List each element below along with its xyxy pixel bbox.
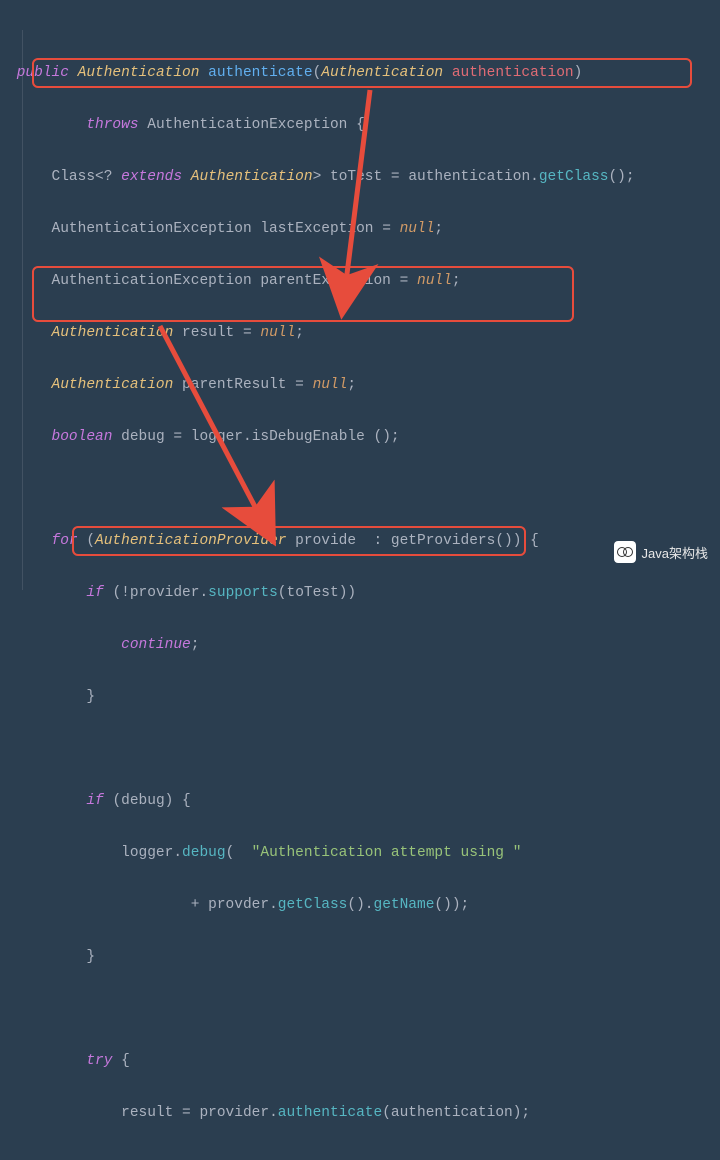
code-line: public Authentication authenticate(Authe…: [8, 60, 720, 86]
param-type: Authentication: [321, 65, 443, 81]
type: Authentication: [52, 325, 174, 341]
type: AuthenticationException: [52, 221, 252, 237]
var: result: [121, 1105, 173, 1121]
ref: provider: [130, 585, 200, 601]
arg: toTest: [287, 585, 339, 601]
code-line: Authentication result = null;: [8, 320, 720, 346]
code-line: throws AuthenticationException {: [8, 112, 720, 138]
code-line: }: [8, 944, 720, 970]
type: Authentication: [52, 377, 174, 393]
code-line: AuthenticationException lastException = …: [8, 216, 720, 242]
code-line: if (debug) {: [8, 788, 720, 814]
indent-guide: [22, 30, 23, 590]
type: AuthenticationException: [52, 273, 252, 289]
param-name: authentication: [452, 65, 574, 81]
method-call: supports: [208, 585, 278, 601]
ref: logger: [191, 429, 243, 445]
code-line: [8, 736, 720, 762]
code-line: + provder.getClass().getName());: [8, 892, 720, 918]
code-line: Class<? extends Authentication> toTest =…: [8, 164, 720, 190]
arg: authentication: [391, 1105, 513, 1121]
var: parentResult: [182, 377, 286, 393]
type-boolean: boolean: [52, 429, 113, 445]
null-literal: null: [313, 377, 348, 393]
keyword-if: if: [86, 585, 103, 601]
keyword-public: public: [17, 65, 69, 81]
var: lastException: [260, 221, 373, 237]
code-line: logger.debug( "Authentication attempt us…: [8, 840, 720, 866]
method-call: getClass: [539, 169, 609, 185]
keyword-for: for: [52, 533, 78, 549]
method-call: getName: [374, 897, 435, 913]
ref: logger: [121, 845, 173, 861]
watermark-text: Java架构栈: [642, 543, 708, 562]
var: provide: [295, 533, 356, 549]
code-editor: public Authentication authenticate(Authe…: [0, 0, 720, 1160]
method-name: authenticate: [208, 65, 312, 81]
method-call: getClass: [278, 897, 348, 913]
return-type: Authentication: [78, 65, 200, 81]
keyword-throws: throws: [86, 117, 138, 133]
code-line: [8, 476, 720, 502]
ref: provider: [199, 1105, 269, 1121]
null-literal: null: [417, 273, 452, 289]
keyword-if: if: [86, 793, 103, 809]
wechat-icon: [614, 541, 636, 563]
watermark: Java架构栈: [614, 541, 708, 563]
code-line: }: [8, 684, 720, 710]
null-literal: null: [260, 325, 295, 341]
method-call: isDebugEnable: [252, 429, 365, 445]
code-line: boolean debug = logger.isDebugEnable ();: [8, 424, 720, 450]
ref: authentication: [408, 169, 530, 185]
class-kw: Class: [52, 169, 96, 185]
type: AuthenticationProvider: [95, 533, 286, 549]
code-line: result = provider.authenticate(authentic…: [8, 1100, 720, 1126]
var: parentException: [260, 273, 391, 289]
keyword-try: try: [86, 1053, 112, 1069]
method-call: authenticate: [278, 1105, 382, 1121]
code-line: Authentication parentResult = null;: [8, 372, 720, 398]
code-line: continue;: [8, 632, 720, 658]
var: debug: [121, 429, 165, 445]
var: result: [182, 325, 234, 341]
keyword-continue: continue: [121, 637, 191, 653]
code-line: try {: [8, 1048, 720, 1074]
exception-type: AuthenticationException: [147, 117, 347, 133]
string-literal: "Authentication attempt using ": [252, 845, 522, 861]
var: toTest: [330, 169, 382, 185]
ref: debug: [121, 793, 165, 809]
method-call: getProviders: [391, 533, 495, 549]
code-line: AuthenticationException parentException …: [8, 268, 720, 294]
null-literal: null: [400, 221, 435, 237]
method-call: debug: [182, 845, 226, 861]
code-line: if (!provider.supports(toTest)): [8, 580, 720, 606]
code-line: [8, 996, 720, 1022]
keyword-extends: extends: [121, 169, 182, 185]
type: Authentication: [191, 169, 313, 185]
